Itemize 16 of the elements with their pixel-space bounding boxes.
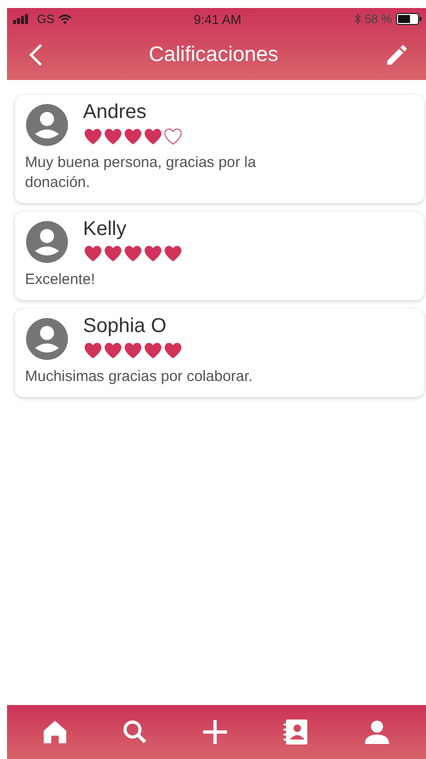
review-comment: Excelente!: [25, 270, 96, 290]
review-comment: Muchisimas gracias por colaborar.: [25, 367, 254, 387]
page-title: Calificaciones: [148, 43, 278, 67]
clock-time: 9:41 AM: [194, 12, 242, 26]
avatar-icon: [25, 220, 69, 264]
battery-icon: [396, 13, 422, 25]
reviewer-name: Sophia O: [83, 315, 168, 338]
reviewer-name: Kelly: [83, 218, 128, 241]
bluetooth-icon: [354, 13, 361, 25]
avatar-icon: [25, 103, 69, 147]
review-comment: Muy buena persona, gracias por la donación.: [25, 153, 257, 193]
carrier-name: GS: [37, 12, 54, 26]
battery-percentage: 58 %: [364, 12, 392, 26]
wifi-icon: [58, 14, 72, 24]
avatar-icon: [25, 317, 69, 361]
reviewer-name: Andres: [83, 101, 148, 124]
